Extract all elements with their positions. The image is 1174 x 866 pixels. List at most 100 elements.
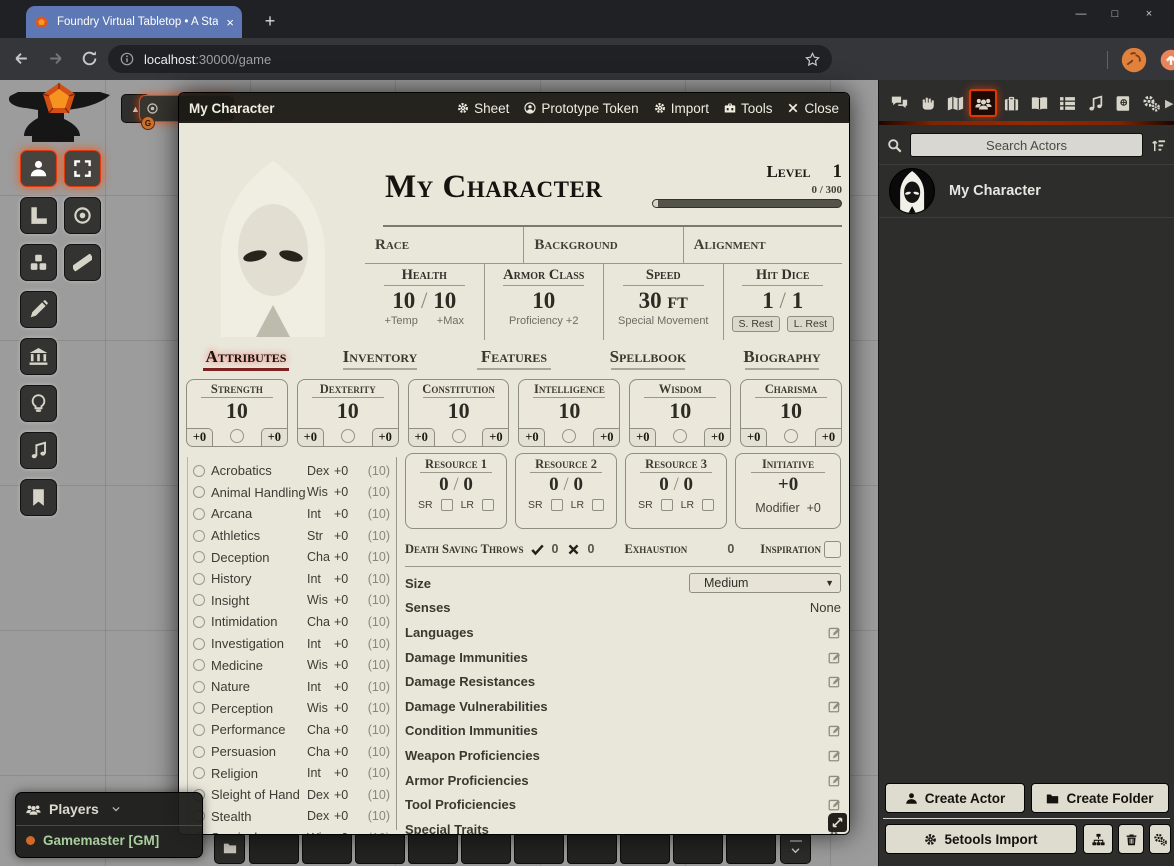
- macro-slot[interactable]: [567, 832, 617, 864]
- sidebar-tab-tables[interactable]: [1053, 89, 1081, 117]
- temp-hp-label[interactable]: +Temp: [384, 315, 417, 327]
- macro-slot[interactable]: [249, 832, 299, 864]
- skill-proficiency-toggle[interactable]: [193, 702, 205, 714]
- edit-icon[interactable]: [828, 675, 841, 688]
- ability-score[interactable]: 10: [741, 398, 841, 424]
- address-bar[interactable]: localhost:30000/game: [108, 45, 832, 73]
- lr-checkbox[interactable]: [702, 499, 714, 511]
- reload-button[interactable]: [81, 50, 98, 67]
- ability-mod[interactable]: +0: [593, 428, 620, 447]
- tab-close-icon[interactable]: ×: [226, 15, 234, 30]
- scene-tool-measure[interactable]: [20, 197, 57, 234]
- sheet-tab-features[interactable]: Features: [447, 345, 581, 377]
- skill-row[interactable]: Persuasion Cha +0 (10): [193, 741, 390, 763]
- header-button-prototype-token[interactable]: Prototype Token: [524, 101, 638, 116]
- forward-button[interactable]: [47, 50, 64, 67]
- skill-proficiency-toggle[interactable]: [193, 724, 205, 736]
- skill-proficiency-toggle[interactable]: [193, 530, 205, 542]
- ability-save[interactable]: +0: [297, 428, 324, 447]
- edit-icon[interactable]: [828, 724, 841, 737]
- macro-slot[interactable]: [461, 832, 511, 864]
- header-button-import[interactable]: Import: [654, 101, 709, 116]
- sidebar-tab-scenes[interactable]: [941, 89, 969, 117]
- scene-tool-walls[interactable]: [20, 338, 57, 375]
- ability-score[interactable]: 10: [630, 398, 730, 424]
- skill-row[interactable]: Religion Int +0 (10): [193, 762, 390, 784]
- ability-mod[interactable]: +0: [261, 428, 288, 447]
- sidebar-collapse-icon[interactable]: ▶: [1165, 97, 1173, 110]
- header-button-tools[interactable]: Tools: [724, 101, 773, 116]
- skill-proficiency-toggle[interactable]: [193, 508, 205, 520]
- players-header[interactable]: Players: [16, 793, 202, 826]
- skill-row[interactable]: Performance Cha +0 (10): [193, 719, 390, 741]
- hotbar-page-button[interactable]: [780, 832, 811, 864]
- skill-proficiency-toggle[interactable]: [193, 746, 205, 758]
- sr-checkbox[interactable]: [551, 499, 563, 511]
- browser-update-icon[interactable]: [1160, 49, 1174, 71]
- ability-score[interactable]: 10: [409, 398, 509, 424]
- skill-proficiency-toggle[interactable]: [193, 681, 205, 693]
- skill-row[interactable]: Medicine Wis +0 (10): [193, 654, 390, 676]
- ability-save[interactable]: +0: [629, 428, 656, 447]
- ability-score[interactable]: 10: [187, 398, 287, 424]
- actor-list-item[interactable]: My Character: [879, 165, 1174, 218]
- scene-tool-sounds[interactable]: [20, 432, 57, 469]
- skill-row[interactable]: Stealth Dex +0 (10): [193, 806, 390, 828]
- skill-proficiency-toggle[interactable]: [193, 551, 205, 563]
- bookmark-star-icon[interactable]: [805, 52, 820, 67]
- skill-proficiency-toggle[interactable]: [193, 616, 205, 628]
- ability-mod[interactable]: +0: [704, 428, 731, 447]
- skill-proficiency-toggle[interactable]: [193, 638, 205, 650]
- scene-tool-token[interactable]: [20, 150, 57, 187]
- window-header[interactable]: My Character SheetPrototype TokenImportT…: [179, 93, 849, 123]
- field-race[interactable]: Race: [365, 227, 524, 263]
- special-movement-label[interactable]: Special Movement: [618, 315, 709, 327]
- ability-mod[interactable]: +0: [372, 428, 399, 447]
- back-button[interactable]: [13, 50, 30, 67]
- scene-subtool-target[interactable]: [64, 197, 101, 234]
- size-select[interactable]: Medium▼: [689, 573, 841, 593]
- tempmax-hp-label[interactable]: +Max: [437, 315, 464, 327]
- sidebar-tab-items[interactable]: [997, 89, 1025, 117]
- delete-button[interactable]: [1118, 824, 1144, 854]
- edit-icon[interactable]: [828, 774, 841, 787]
- maximize-button[interactable]: □: [1098, 2, 1132, 26]
- edit-icon[interactable]: [828, 700, 841, 713]
- close-window-button[interactable]: ×: [1132, 2, 1166, 26]
- macro-slot[interactable]: [355, 832, 405, 864]
- death-success-count[interactable]: 0: [552, 542, 559, 556]
- sidebar-tab-settings[interactable]: [1137, 89, 1165, 117]
- skill-proficiency-toggle[interactable]: [193, 573, 205, 585]
- edit-icon[interactable]: [828, 626, 841, 639]
- skill-row[interactable]: History Int +0 (10): [193, 568, 390, 590]
- macro-slot[interactable]: [302, 832, 352, 864]
- ability-save[interactable]: +0: [518, 428, 545, 447]
- skill-proficiency-toggle[interactable]: [193, 465, 205, 477]
- search-input[interactable]: [910, 133, 1143, 157]
- skill-row[interactable]: Intimidation Cha +0 (10): [193, 611, 390, 633]
- header-button-close[interactable]: Close: [787, 101, 839, 116]
- ability-proficiency-toggle[interactable]: [341, 429, 355, 443]
- ability-proficiency-toggle[interactable]: [452, 429, 466, 443]
- skill-row[interactable]: Animal Handling Wis +0 (10): [193, 482, 390, 504]
- long-rest-button[interactable]: L. Rest: [787, 316, 834, 332]
- header-button-sheet[interactable]: Sheet: [457, 101, 509, 116]
- ability-proficiency-toggle[interactable]: [230, 429, 244, 443]
- scene-tool-tiles[interactable]: [20, 244, 57, 281]
- short-rest-button[interactable]: S. Rest: [732, 316, 780, 332]
- skill-proficiency-toggle[interactable]: [193, 486, 205, 498]
- skill-row[interactable]: Investigation Int +0 (10): [193, 633, 390, 655]
- level-value[interactable]: 1: [833, 161, 843, 183]
- sheet-tab-biography[interactable]: Biography: [715, 345, 849, 377]
- skill-row[interactable]: Acrobatics Dex +0 (10): [193, 460, 390, 482]
- character-portrait[interactable]: [184, 157, 361, 337]
- lr-checkbox[interactable]: [592, 499, 604, 511]
- character-name[interactable]: My Character: [385, 157, 602, 225]
- death-success-icon[interactable]: [531, 543, 544, 556]
- lr-checkbox[interactable]: [482, 499, 494, 511]
- death-failure-count[interactable]: 0: [588, 542, 595, 556]
- exhaustion-count[interactable]: 0: [727, 542, 734, 556]
- ability-proficiency-toggle[interactable]: [784, 429, 798, 443]
- game-canvas[interactable]: ▲ G My Character SheetPrototype TokenImp…: [0, 80, 1174, 866]
- ability-mod[interactable]: +0: [815, 428, 842, 447]
